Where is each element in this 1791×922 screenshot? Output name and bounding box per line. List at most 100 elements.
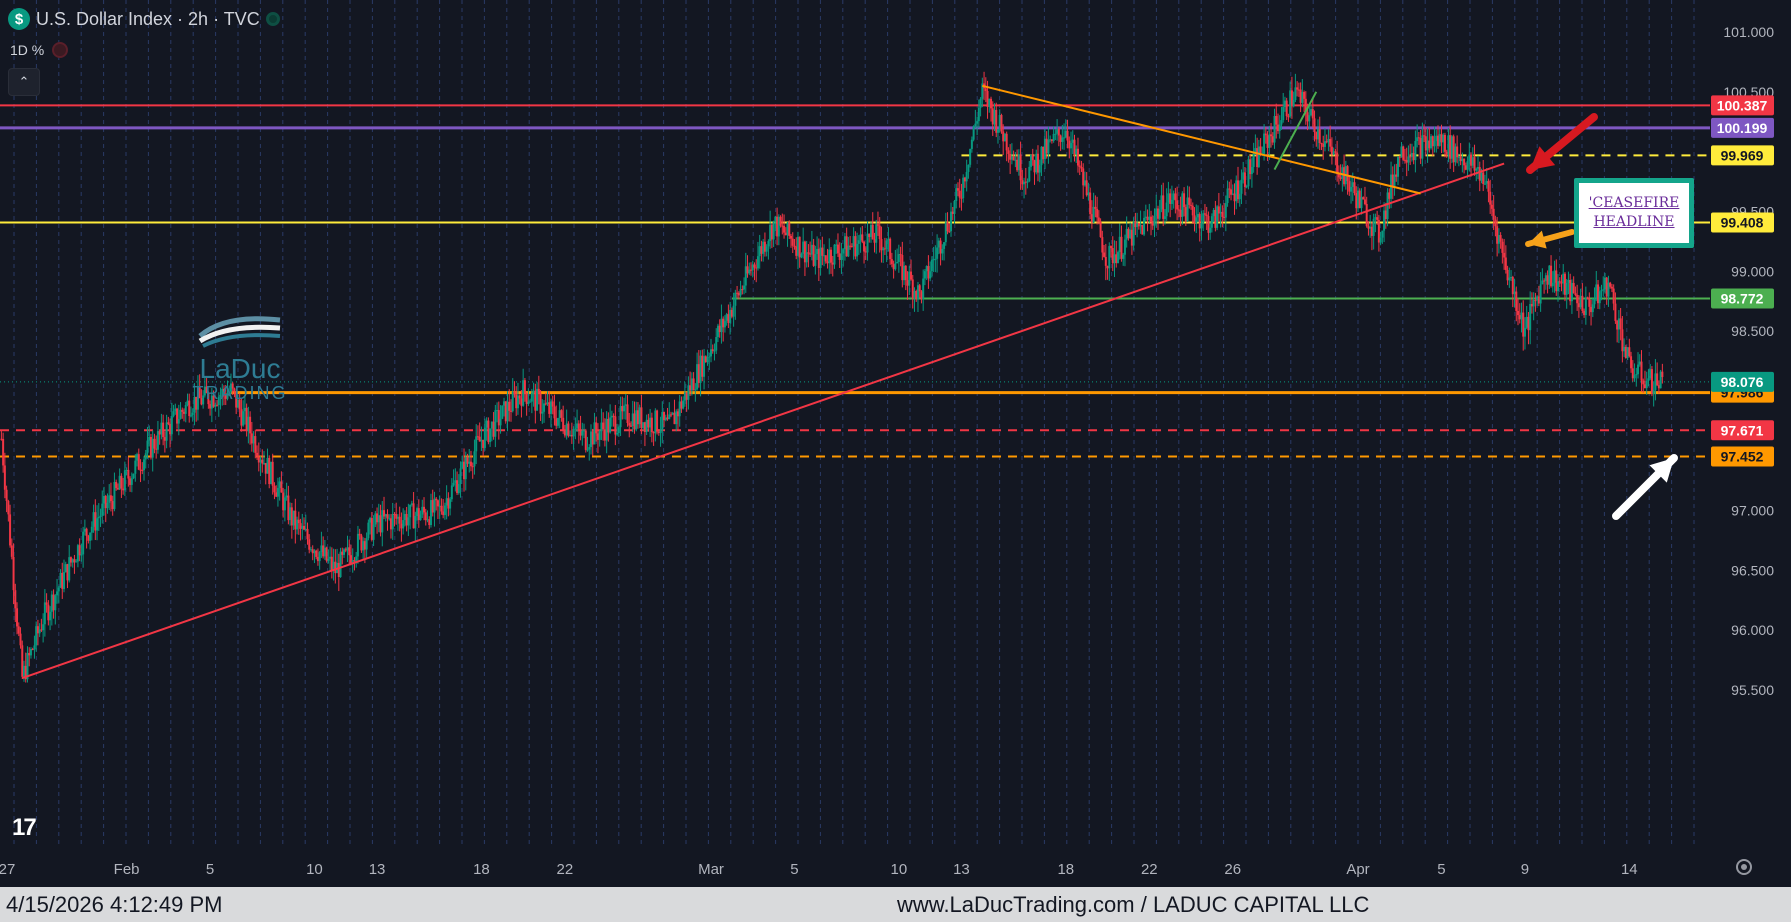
candle-body (614, 416, 617, 435)
candle-body (1177, 209, 1180, 211)
candle-body (814, 254, 817, 266)
candle-body (289, 507, 292, 521)
x-tick-label: 26 (1224, 861, 1241, 878)
candle-body (990, 98, 993, 109)
candle-body (1090, 214, 1093, 223)
candle-body (1523, 327, 1526, 337)
candle-body (711, 349, 714, 351)
candle-body (1647, 378, 1650, 381)
candle-body (303, 525, 306, 530)
candle-body (412, 503, 415, 529)
tradingview-logo[interactable]: 17 (12, 814, 37, 842)
candle-body (522, 380, 525, 406)
candle-body (1522, 312, 1525, 337)
price-level-label: 100.199 (1717, 120, 1768, 136)
candle-body (146, 440, 149, 454)
gear-icon[interactable] (1736, 859, 1752, 875)
candle-body (73, 559, 76, 563)
candle-body (602, 422, 605, 430)
candle-body (849, 245, 852, 247)
candle-body (83, 528, 86, 532)
candle-body (536, 388, 539, 411)
candle-body (636, 410, 639, 425)
price-chart[interactable]: 101.000100.50099.50099.00098.50097.00096… (0, 0, 1791, 887)
candle-body (376, 513, 379, 523)
candle-body (828, 249, 831, 264)
candle-body (609, 417, 612, 433)
candle-body (61, 572, 64, 589)
collapse-button[interactable]: ⌃ (8, 68, 40, 96)
candle-body (758, 246, 761, 257)
candle-body (904, 265, 907, 281)
candle-body (856, 243, 859, 257)
candle-body (1574, 293, 1577, 295)
candle-body (1475, 168, 1478, 171)
candle-body (469, 461, 472, 467)
candle-body (899, 254, 902, 256)
candle-body (1372, 218, 1375, 236)
candle-body (1325, 141, 1328, 143)
candle-body (729, 309, 732, 323)
candle-body (1278, 124, 1281, 132)
candle-body (1630, 356, 1633, 369)
candle-body (650, 417, 653, 433)
x-tick-label: Feb (114, 861, 140, 878)
candle-body (692, 378, 695, 391)
candle-body (748, 269, 751, 274)
candle-body (435, 498, 438, 501)
candle-body (715, 336, 718, 351)
candle-body (2, 439, 5, 466)
candle-body (116, 487, 119, 490)
candle-body (843, 236, 846, 250)
candle-body (831, 262, 834, 265)
candle-body (271, 461, 274, 486)
candle-body (617, 427, 620, 434)
candle-body (127, 469, 130, 479)
candle-body (922, 278, 925, 300)
candle-body (612, 415, 615, 417)
candle-body (22, 665, 25, 677)
candle-body (111, 501, 114, 510)
candle-body (1080, 166, 1083, 169)
symbol-title[interactable]: U.S. Dollar Index · 2h · TVC (36, 9, 260, 30)
candle-body (661, 411, 664, 431)
candle-body (177, 418, 180, 424)
candle-body (1383, 210, 1386, 231)
candle-body (504, 401, 507, 422)
candle-body (1379, 237, 1382, 243)
candle-body (1322, 143, 1325, 147)
candle-body (1057, 129, 1060, 136)
candle-body (1007, 150, 1010, 154)
candle-body (1626, 347, 1629, 359)
candle-body (252, 436, 255, 444)
candle-body (781, 225, 784, 227)
candle-body (151, 438, 154, 458)
timeframe-label[interactable]: 1D % (10, 42, 44, 58)
candle-body (1511, 277, 1514, 295)
candle-body (247, 416, 250, 431)
candle-body (508, 401, 511, 411)
candle-body (529, 401, 532, 403)
candle-body (1397, 157, 1400, 177)
candle-body (1586, 297, 1589, 300)
candle-body (1287, 116, 1290, 118)
candle-body (1294, 87, 1297, 101)
candle-body (1616, 320, 1619, 330)
candle-body (1483, 183, 1486, 185)
x-tick-label: 5 (1437, 861, 1445, 878)
candle-body (242, 411, 245, 426)
candle-body (1539, 284, 1542, 304)
candle-body (1146, 216, 1149, 220)
candle-body (737, 292, 740, 296)
x-tick-label: 18 (1057, 861, 1074, 878)
candle-body (489, 428, 492, 443)
candle-body (297, 519, 300, 524)
candle-body (1591, 304, 1594, 313)
candle-body (327, 558, 330, 561)
candle-body (1245, 186, 1248, 188)
candle-body (459, 468, 462, 485)
candle-body (1466, 160, 1469, 170)
candle-body (391, 514, 394, 530)
candle-body (31, 649, 34, 651)
candle-body (329, 556, 332, 559)
